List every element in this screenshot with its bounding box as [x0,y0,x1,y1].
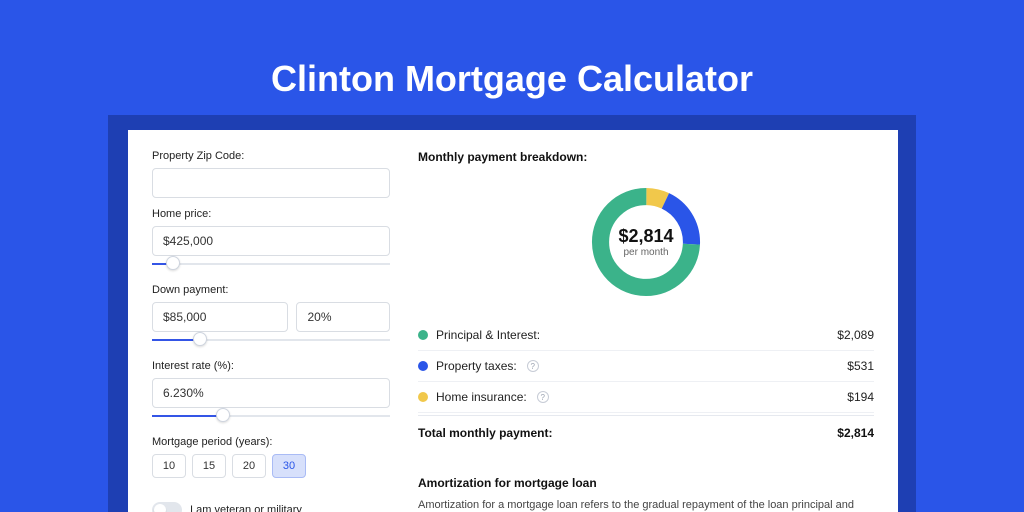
breakdown-panel: Monthly payment breakdown: $2,814 per mo… [418,150,874,512]
info-icon[interactable]: ? [527,360,539,372]
period-option-15[interactable]: 15 [192,454,226,478]
veteran-label: I am veteran or military [190,504,302,512]
home-price-slider[interactable] [152,258,390,270]
total-row: Total monthly payment: $2,814 [418,415,874,446]
legend-row-taxes: Property taxes: ? $531 [418,351,874,382]
legend-value: $531 [847,359,874,373]
legend-label: Home insurance: [436,390,527,404]
page-title: Clinton Mortgage Calculator [0,0,1024,100]
total-value: $2,814 [837,426,874,440]
legend-value: $2,089 [837,328,874,342]
legend-label: Property taxes: [436,359,517,373]
period-label: Mortgage period (years): [152,436,390,448]
legend-value: $194 [847,390,874,404]
interest-group: Interest rate (%): [152,360,390,422]
home-price-input[interactable] [152,226,390,256]
donut-center-value: $2,814 [618,226,673,247]
zip-label: Property Zip Code: [152,150,390,162]
interest-label: Interest rate (%): [152,360,390,372]
interest-slider[interactable] [152,410,390,422]
legend-row-principal: Principal & Interest: $2,089 [418,320,874,351]
period-option-10[interactable]: 10 [152,454,186,478]
amortization-text: Amortization for a mortgage loan refers … [418,498,874,512]
zip-group: Property Zip Code: [152,150,390,198]
donut-center-sub: per month [623,247,668,258]
donut-center: $2,814 per month [586,182,706,302]
period-option-20[interactable]: 20 [232,454,266,478]
legend-dot-icon [418,361,428,371]
amortization-title: Amortization for mortgage loan [418,476,874,490]
down-payment-input[interactable] [152,302,288,332]
total-label: Total monthly payment: [418,426,552,440]
legend-row-insurance: Home insurance: ? $194 [418,382,874,413]
down-payment-label: Down payment: [152,284,390,296]
down-payment-pct-input[interactable] [296,302,390,332]
down-payment-group: Down payment: [152,284,390,346]
breakdown-title: Monthly payment breakdown: [418,150,874,164]
toggle-knob [154,504,166,512]
info-icon[interactable]: ? [537,391,549,403]
calculator-panel: Property Zip Code: Home price: Down paym… [128,130,898,512]
input-form: Property Zip Code: Home price: Down paym… [152,150,390,512]
veteran-toggle-row: I am veteran or military [152,502,390,512]
home-price-label: Home price: [152,208,390,220]
period-option-30[interactable]: 30 [272,454,306,478]
legend-dot-icon [418,392,428,402]
period-segmented: 10 15 20 30 [152,454,390,478]
page-root: Clinton Mortgage Calculator Property Zip… [0,0,1024,512]
slider-thumb[interactable] [193,332,207,346]
interest-input[interactable] [152,378,390,408]
period-group: Mortgage period (years): 10 15 20 30 [152,436,390,478]
slider-thumb[interactable] [216,408,230,422]
legend-label: Principal & Interest: [436,328,540,342]
slider-thumb[interactable] [166,256,180,270]
veteran-toggle[interactable] [152,502,182,512]
zip-input[interactable] [152,168,390,198]
home-price-group: Home price: [152,208,390,270]
down-payment-slider[interactable] [152,334,390,346]
donut-chart: $2,814 per month [418,182,874,302]
legend-dot-icon [418,330,428,340]
